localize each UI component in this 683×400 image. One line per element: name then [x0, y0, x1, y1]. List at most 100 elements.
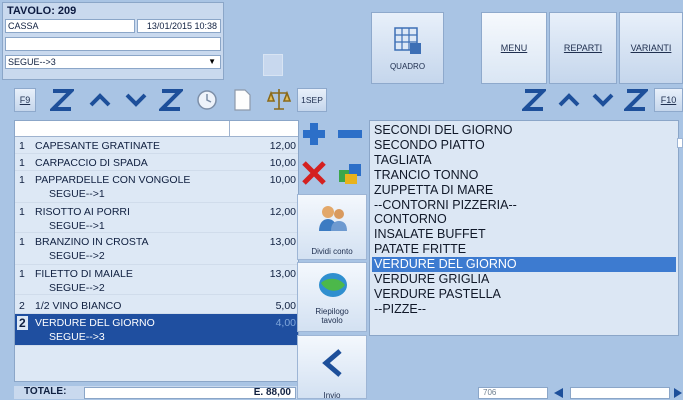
- menu-item[interactable]: INSALATE BUFFET: [372, 227, 676, 242]
- menu-item[interactable]: TRANCIO TONNO: [372, 168, 676, 183]
- riepilogo-tavolo-button[interactable]: Riepilogo tavolo: [297, 262, 367, 332]
- total-label: TOTALE:: [24, 386, 67, 397]
- delete-icon[interactable]: [299, 158, 329, 188]
- f9-button[interactable]: F9: [14, 88, 36, 112]
- table-row[interactable]: 1 RISOTTO AI PORRI 12,00 SEGUE-->1: [15, 203, 298, 233]
- table-row[interactable]: 1 PAPPARDELLE CON VONGOLE 10,00 SEGUE-->1: [15, 171, 298, 203]
- row-sub: SEGUE-->2: [49, 250, 105, 262]
- tab-reparti-label: REPARTI: [563, 43, 603, 53]
- menu-item[interactable]: TAGLIATA: [372, 153, 676, 168]
- backspace-icon[interactable]: [551, 387, 565, 399]
- row-price: 5,00: [275, 300, 296, 312]
- document-icon[interactable]: [230, 88, 254, 112]
- row-price: 12,00: [269, 140, 296, 152]
- menu-scrollbar[interactable]: [677, 138, 683, 148]
- table-row[interactable]: 1 FILETTO DI MAIALE 13,00 SEGUE-->2: [15, 265, 298, 295]
- row-sub: SEGUE-->2: [49, 282, 105, 294]
- datetime-label: 13/01/2015 10:38: [146, 21, 217, 31]
- menu-item[interactable]: PATATE FRITTE: [372, 242, 676, 257]
- menu-item[interactable]: CONTORNO: [372, 212, 676, 227]
- chevron-down-icon: ▼: [208, 57, 216, 66]
- plus-button[interactable]: [299, 121, 329, 147]
- grid-icon: [393, 26, 423, 56]
- minus-button[interactable]: [335, 121, 365, 147]
- menu-item[interactable]: VERDURE PASTELLA: [372, 287, 676, 302]
- globe-icon: [317, 271, 349, 299]
- invio-button[interactable]: Invio: [297, 335, 367, 400]
- menu-item[interactable]: SECONDO PIATTO: [372, 138, 676, 153]
- dividi-conto-button[interactable]: Dividi conto: [297, 194, 367, 260]
- chevron-up-icon[interactable]: [88, 88, 112, 112]
- separator-button[interactable]: 1SEP: [297, 88, 327, 112]
- chevron-left-icon: [320, 348, 346, 378]
- menu-item[interactable]: SECONDI DEL GIORNO: [372, 123, 676, 138]
- tab-reparti[interactable]: REPARTI: [549, 12, 617, 84]
- total-bar: TOTALE: E. 88,00: [14, 386, 299, 399]
- row-price: 10,00: [269, 174, 296, 186]
- cassa-field: CASSA: [5, 19, 135, 33]
- row-price: 12,00: [269, 206, 296, 218]
- quadro-button[interactable]: QUADRO: [371, 12, 444, 84]
- row-qty: 1: [19, 206, 25, 218]
- table-number: TAVOLO: 209: [7, 5, 77, 17]
- row-name: 1/2 VINO BIANCO: [35, 300, 122, 312]
- f10-button[interactable]: F10: [654, 88, 683, 112]
- row-name: VERDURE DEL GIORNO: [35, 317, 155, 329]
- riepilogo-tavolo-label: Riepilogo tavolo: [315, 307, 349, 325]
- table-row[interactable]: 1 CAPESANTE GRATINATE 12,00: [15, 137, 298, 154]
- chevron-down-icon-right[interactable]: [591, 88, 615, 112]
- row-name: BRANZINO IN CROSTA: [35, 236, 149, 248]
- tab-varianti-label: VARIANTI: [630, 43, 672, 53]
- tab-menu[interactable]: MENU: [481, 12, 547, 84]
- chevron-up-icon-right[interactable]: [557, 88, 581, 112]
- order-list[interactable]: 1 CAPESANTE GRATINATE 12,00 1 CARPACCIO DI S…: [14, 120, 299, 382]
- code-value: 706: [483, 388, 497, 397]
- info-field: [5, 37, 221, 51]
- row-name: FILETTO DI MAIALE: [35, 268, 133, 280]
- row-name: PAPPARDELLE CON VONGOLE: [35, 174, 191, 186]
- blank-button[interactable]: [263, 54, 283, 76]
- scale-icon[interactable]: [266, 86, 292, 112]
- f9-label: F9: [19, 95, 31, 105]
- table-row[interactable]: 2 VERDURE DEL GIORNO 4,00 SEGUE-->3: [15, 314, 298, 346]
- row-qty: 1: [19, 174, 25, 186]
- first-page-icon[interactable]: [50, 88, 74, 112]
- dividi-conto-label: Dividi conto: [311, 247, 353, 256]
- f10-label: F10: [660, 95, 677, 105]
- separator-label: 1SEP: [301, 95, 323, 105]
- row-price: 13,00: [269, 236, 296, 248]
- table-row[interactable]: 1 BRANZINO IN CROSTA 13,00 SEGUE-->2: [15, 233, 298, 265]
- enter-icon[interactable]: [673, 387, 683, 399]
- order-list-header: [15, 121, 298, 137]
- row-qty: 2: [19, 300, 25, 312]
- menu-item[interactable]: --CONTORNI PIZZERIA--: [372, 198, 676, 213]
- menu-item[interactable]: ZUPPETTA DI MARE: [372, 183, 676, 198]
- table-row[interactable]: 1 CARPACCIO DI SPADA 10,00: [15, 154, 298, 171]
- input-field[interactable]: [570, 387, 670, 399]
- menu-item[interactable]: VERDURE GRIGLIA: [372, 272, 676, 287]
- row-name: RISOTTO AI PORRI: [35, 206, 130, 218]
- datetime-field: 13/01/2015 10:38: [137, 19, 221, 33]
- row-qty: 1: [19, 236, 25, 248]
- last-page-icon-right[interactable]: [624, 88, 648, 112]
- first-page-icon-right[interactable]: [522, 88, 546, 112]
- last-page-icon[interactable]: [159, 88, 183, 112]
- menu-item[interactable]: --PIZZE--: [372, 302, 676, 317]
- row-qty: 1: [19, 268, 25, 280]
- segue-select[interactable]: SEGUE-->3 ▼: [5, 55, 221, 69]
- row-price: 10,00: [269, 157, 296, 169]
- row-sub: SEGUE-->3: [49, 331, 105, 343]
- row-sub: SEGUE-->1: [49, 188, 105, 200]
- tab-varianti[interactable]: VARIANTI: [619, 12, 683, 84]
- row-sub: SEGUE-->1: [49, 220, 105, 232]
- row-price: 4,00: [275, 317, 296, 329]
- table-row[interactable]: 2 1/2 VINO BIANCO 5,00: [15, 297, 298, 314]
- clock-icon[interactable]: [195, 88, 219, 112]
- row-qty: 1: [19, 157, 25, 169]
- row-name: CAPESANTE GRATINATE: [35, 140, 161, 152]
- header-divider: [229, 121, 230, 137]
- menu-item[interactable]: VERDURE DEL GIORNO: [372, 257, 676, 272]
- chevron-down-icon[interactable]: [124, 88, 148, 112]
- code-field[interactable]: 706: [478, 387, 548, 399]
- cubes-icon[interactable]: [335, 158, 365, 188]
